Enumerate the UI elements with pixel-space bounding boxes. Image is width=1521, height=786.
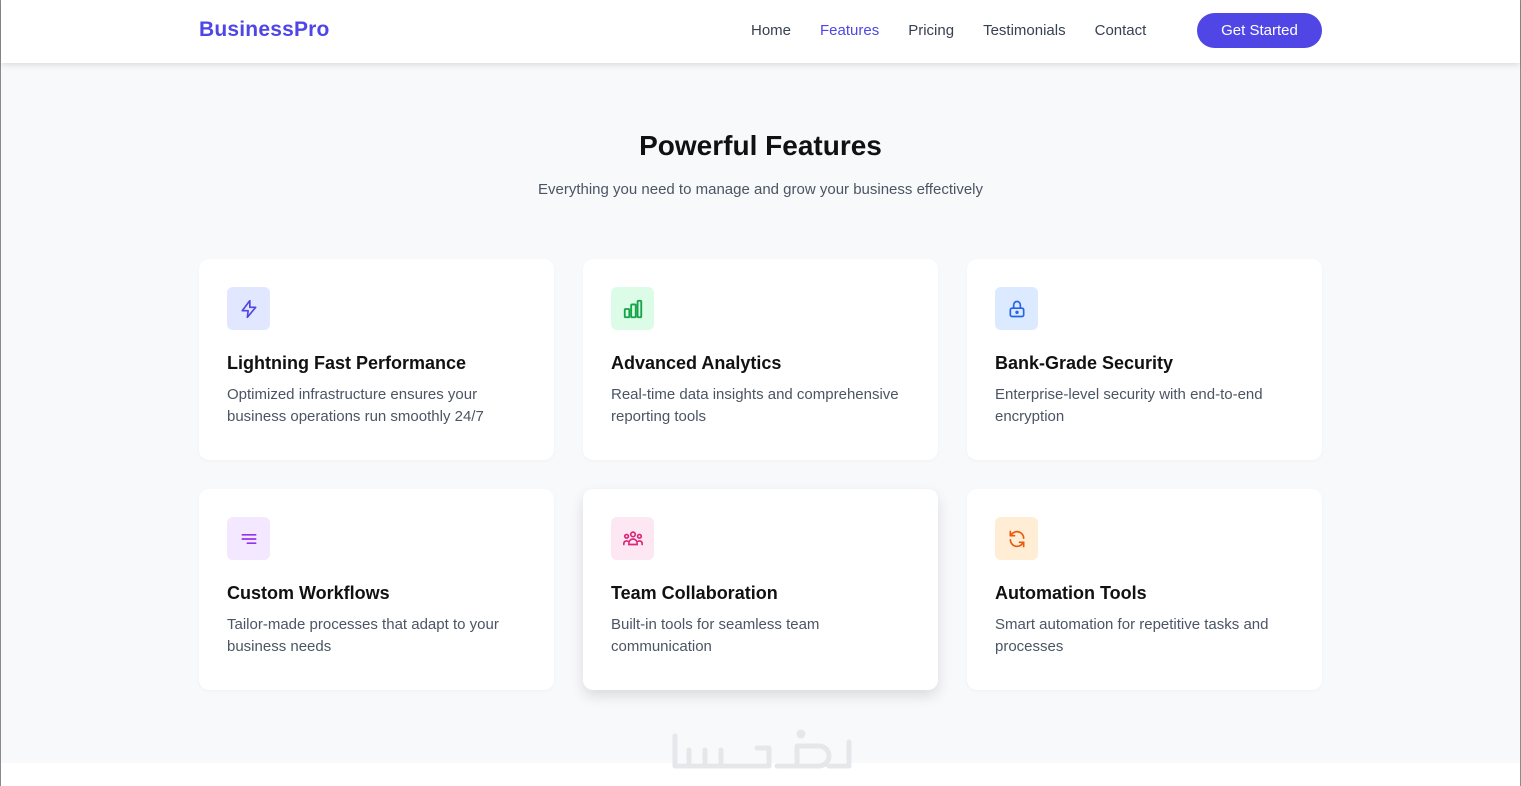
brand-logo[interactable]: BusinessPro [199, 18, 330, 42]
get-started-button[interactable]: Get Started [1197, 13, 1322, 48]
feature-icon-box [227, 517, 270, 560]
section-subtitle: Everything you need to manage and grow y… [538, 181, 983, 198]
feature-icon-box [995, 287, 1038, 330]
section-title: Powerful Features [639, 130, 882, 161]
feature-icon-box [611, 517, 654, 560]
team-icon [622, 530, 643, 545]
feature-card-security: Bank-Grade Security Enterprise-level sec… [967, 259, 1322, 460]
menu-lines-icon [241, 533, 256, 544]
nav-link-testimonials[interactable]: Testimonials [983, 22, 1066, 39]
watermark-logo [672, 729, 852, 769]
lock-icon [1009, 300, 1024, 317]
bar-chart-icon [623, 299, 642, 318]
feature-card-workflows: Custom Workflows Tailor-made processes t… [199, 489, 554, 690]
feature-description: Tailor-made processes that adapt to your… [227, 616, 499, 655]
feature-icon-box [611, 287, 654, 330]
feature-description: Optimized infrastructure ensures your bu… [227, 386, 484, 425]
feature-title: Advanced Analytics [611, 353, 782, 373]
feature-card-performance: Lightning Fast Performance Optimized inf… [199, 259, 554, 460]
feature-title: Custom Workflows [227, 583, 390, 603]
feature-title: Lightning Fast Performance [227, 353, 467, 373]
nav-link-home[interactable]: Home [751, 22, 791, 39]
feature-description: Built-in tools for seamless team communi… [611, 616, 820, 655]
nav-link-pricing[interactable]: Pricing [908, 22, 954, 39]
feature-icon-box [995, 517, 1038, 560]
nav-link-contact[interactable]: Contact [1095, 22, 1147, 39]
feature-title: Team Collaboration [611, 583, 778, 603]
refresh-icon [1009, 530, 1024, 547]
feature-description: Real-time data insights and comprehensiv… [611, 386, 899, 425]
feature-card-collaboration: Team Collaboration Built-in tools for se… [583, 489, 938, 690]
feature-description: Smart automation for repetitive tasks an… [995, 616, 1269, 655]
feature-title: Bank-Grade Security [995, 353, 1174, 373]
feature-card-automation: Automation Tools Smart automation for re… [967, 489, 1322, 690]
nav-link-features[interactable]: Features [820, 22, 879, 39]
feature-icon-box [227, 287, 270, 330]
lightning-icon [241, 299, 256, 318]
feature-description: Enterprise-level security with end-to-en… [995, 386, 1263, 425]
feature-title: Automation Tools [995, 583, 1147, 603]
navbar: BusinessPro Home Features Pricing Testim… [1, 0, 1520, 63]
feature-card-analytics: Advanced Analytics Real-time data insigh… [583, 259, 938, 460]
nav-links: Home Features Pricing Testimonials Conta… [751, 22, 1175, 39]
